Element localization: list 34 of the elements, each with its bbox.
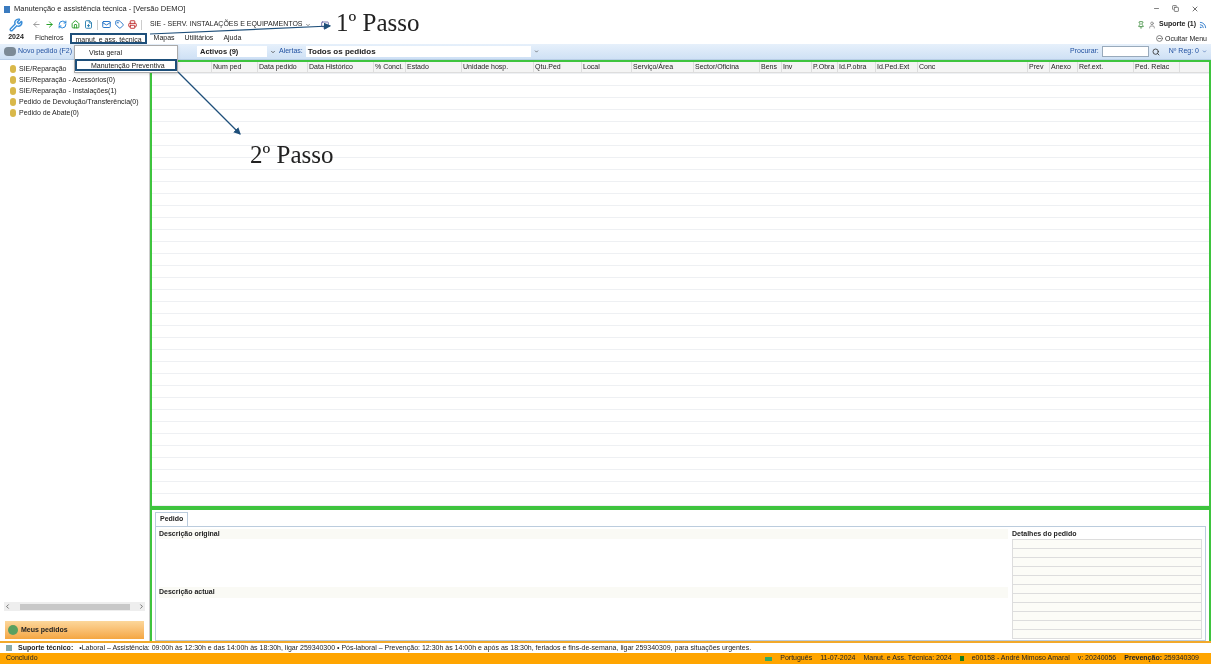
annotation-label: 1º Passo — [336, 10, 420, 35]
refresh-icon[interactable] — [58, 20, 67, 30]
app-icon — [4, 5, 10, 13]
mail-icon[interactable] — [102, 20, 111, 30]
annotation-label: 2º Passo — [250, 142, 334, 167]
tag-icon[interactable] — [115, 20, 124, 30]
monitor-icon[interactable] — [320, 20, 329, 29]
user-icon — [959, 656, 964, 661]
flag-icon — [765, 656, 773, 661]
back-icon[interactable] — [32, 20, 41, 30]
rss-icon[interactable] — [1199, 20, 1207, 29]
scroll-right-icon[interactable] — [138, 603, 145, 610]
new-document-icon[interactable] — [84, 20, 93, 30]
user-icon[interactable] — [1148, 20, 1157, 29]
home-icon[interactable] — [71, 20, 80, 30]
close-icon[interactable] — [1191, 5, 1199, 13]
info-icon — [6, 645, 12, 651]
caret-icon[interactable] — [1202, 49, 1207, 54]
alerts-dropdown[interactable]: Todos os pedidos — [305, 46, 531, 57]
annotation-arrow — [177, 71, 241, 135]
collapse-icon[interactable] — [1155, 35, 1163, 43]
restore-icon[interactable] — [1172, 5, 1179, 12]
search-field[interactable] — [1101, 46, 1149, 57]
tools-icon[interactable] — [9, 18, 23, 32]
caret-icon — [304, 21, 311, 28]
printer-icon[interactable] — [128, 20, 137, 30]
scroll-left-icon[interactable] — [4, 603, 11, 610]
search-icon[interactable] — [1151, 47, 1160, 56]
forward-icon[interactable] — [45, 20, 54, 30]
scrollbar-thumb[interactable] — [19, 603, 130, 610]
caret-icon[interactable] — [270, 48, 276, 55]
caret-icon[interactable] — [533, 49, 539, 54]
pin-icon[interactable] — [1137, 20, 1146, 29]
minimize-icon[interactable] — [1153, 5, 1160, 12]
